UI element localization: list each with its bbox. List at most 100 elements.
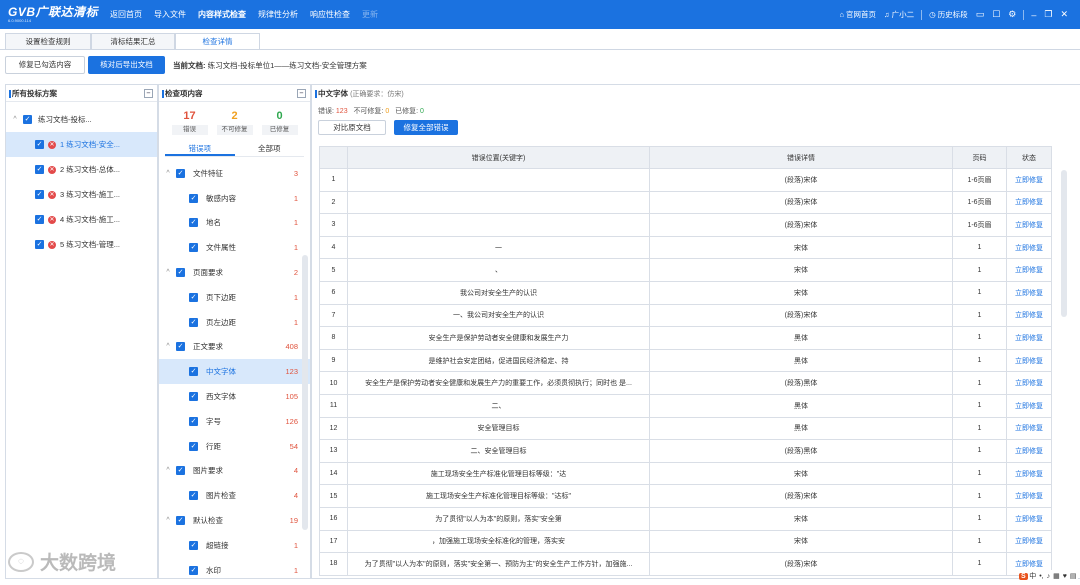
tree-root[interactable]: ^ ✓ 练习文档-投标... xyxy=(6,107,157,132)
table-row[interactable]: 3 (段落)宋体 1-6页眉 立即修复 xyxy=(319,213,1052,237)
menu-home[interactable]: 返回首页 xyxy=(104,0,148,29)
check-item[interactable]: ✓ 字号 126 xyxy=(159,409,310,434)
table-row[interactable]: 11 二、 黑体 1 立即修复 xyxy=(319,393,1052,418)
table-row[interactable]: 13 二、安全管理目标 (段落)黑体 1 立即修复 xyxy=(319,439,1052,463)
repair-link[interactable]: 立即修复 xyxy=(1006,371,1052,395)
table-row[interactable]: 12 安全管理目标 黑体 1 立即修复 xyxy=(319,416,1052,441)
stat-errors[interactable]: 17 错误 xyxy=(171,110,208,135)
ime-lang[interactable]: 中 xyxy=(1028,571,1038,581)
checkbox[interactable]: ✓ xyxy=(189,565,198,575)
close-icon[interactable]: ✕ xyxy=(1056,9,1072,20)
fix-all-button[interactable]: 修复全部错误 xyxy=(394,120,458,135)
table-row[interactable]: 9 是维护社会安定团结，促进国民经济稳定、持 黑体 1 立即修复 xyxy=(319,348,1052,373)
checkbox[interactable]: ✓ xyxy=(35,140,44,149)
chevron-up-icon[interactable]: ^ xyxy=(163,343,173,350)
minimize-icon[interactable]: – xyxy=(1027,10,1040,20)
chevron-up-icon[interactable]: ^ xyxy=(163,517,173,524)
subtab-all[interactable]: 全部项 xyxy=(235,143,305,156)
repair-link[interactable]: 立即修复 xyxy=(1006,461,1052,486)
check-item[interactable]: ✓ 西文字体 105 xyxy=(159,384,310,409)
keyboard-icon[interactable]: ▦ xyxy=(1052,572,1062,580)
repair-link[interactable]: 立即修复 xyxy=(1006,326,1052,350)
check-item[interactable]: ✓ 超链接 1 xyxy=(159,533,310,558)
repair-link[interactable]: 立即修复 xyxy=(1006,258,1052,282)
repair-link[interactable]: 立即修复 xyxy=(1006,190,1052,215)
stat-fixed[interactable]: 0 已修复 xyxy=(261,110,298,135)
repair-link[interactable]: 立即修复 xyxy=(1006,348,1052,373)
collapse-icon[interactable]: – xyxy=(144,89,153,98)
repair-link[interactable]: 立即修复 xyxy=(1006,416,1052,441)
table-row[interactable]: 4 一宋体 1 立即修复 xyxy=(319,235,1052,260)
sogou-icon[interactable]: S xyxy=(1019,572,1028,580)
checkbox[interactable]: ✓ xyxy=(23,115,32,124)
restore-icon[interactable]: ❐ xyxy=(1040,9,1056,20)
table-row[interactable]: 15 施工现场安全生产标准化管理目标等级："达标" (段落)宋体 1 立即修复 xyxy=(319,484,1052,508)
tab-summary[interactable]: 清标结果汇总 xyxy=(91,33,175,50)
repair-link[interactable]: 立即修复 xyxy=(1006,484,1052,508)
check-item[interactable]: ✓ 敏感内容 1 xyxy=(159,186,310,211)
doc-item-2[interactable]: ✓ ✕ 2 练习文档-总体... xyxy=(6,157,157,182)
checkbox[interactable]: ✓ xyxy=(189,416,198,426)
repair-link[interactable]: 立即修复 xyxy=(1006,235,1052,260)
scrollbar[interactable] xyxy=(302,255,308,530)
checkbox[interactable]: ✓ xyxy=(35,240,44,249)
table-row[interactable]: 18 为了贯彻"以人为本"的原则，落实"安全第一、预防为主"的安全生产工作方针，加… xyxy=(319,552,1052,576)
check-item[interactable]: ✓ 页左边距 1 xyxy=(159,310,310,335)
checkbox[interactable]: ✓ xyxy=(189,292,198,302)
check-item[interactable]: ✓ 文件属性 1 xyxy=(159,235,310,260)
checkbox[interactable]: ✓ xyxy=(189,392,198,402)
table-row[interactable]: 7 一、我公司对安全生产的认识 (段落)宋体 1 立即修复 xyxy=(319,303,1052,328)
table-row[interactable]: 6 我公司对安全生产的认识 宋体 1 立即修复 xyxy=(319,280,1052,305)
checkbox[interactable]: ✓ xyxy=(189,441,198,451)
message-icon[interactable]: ▭ xyxy=(972,9,989,20)
tab-details[interactable]: 检查详情 xyxy=(175,33,260,50)
official-site-link[interactable]: ⌂ 官网首页 xyxy=(835,9,880,20)
repair-link[interactable]: 立即修复 xyxy=(1006,280,1052,305)
settings-icon[interactable]: ⚙ xyxy=(1004,9,1020,20)
checkbox[interactable]: ✓ xyxy=(189,193,198,203)
doc-item-4[interactable]: ✓ ✕ 4 练习文档-施工... xyxy=(6,207,157,232)
repair-link[interactable]: 立即修复 xyxy=(1006,393,1052,418)
table-row[interactable]: 5、宋体 1 立即修复 xyxy=(319,258,1052,282)
checkbox[interactable]: ✓ xyxy=(189,317,198,327)
checkbox[interactable]: ✓ xyxy=(176,466,185,476)
subtab-errors[interactable]: 错误项 xyxy=(165,143,235,156)
check-item[interactable]: ✓ 页下边距 1 xyxy=(159,285,310,310)
menu-content-check[interactable]: 内容样式检查 xyxy=(192,0,252,29)
repair-link[interactable]: 立即修复 xyxy=(1006,439,1052,463)
feedback-icon[interactable]: ☐ xyxy=(988,9,1004,20)
check-item[interactable]: ^ ✓ 文件特征 3 xyxy=(159,161,310,186)
table-scrollbar[interactable] xyxy=(1061,170,1067,317)
check-item[interactable]: ^ ✓ 图片要求 4 xyxy=(159,459,310,484)
doc-item-5[interactable]: ✓ ✕ 5 练习文档-管理... xyxy=(6,232,157,257)
checkbox[interactable]: ✓ xyxy=(189,243,198,253)
menu-regularity[interactable]: 规律性分析 xyxy=(252,0,304,29)
chevron-up-icon[interactable]: ^ xyxy=(163,170,173,177)
checkbox[interactable]: ✓ xyxy=(189,367,198,377)
table-row[interactable]: 1 (段落)宋体 1-6页眉 立即修复 xyxy=(319,168,1052,192)
menu-response[interactable]: 响应性检查 xyxy=(304,0,356,29)
menu-update[interactable]: 更新 xyxy=(356,0,384,29)
skin-icon[interactable]: ♥ xyxy=(1061,573,1068,580)
repair-link[interactable]: 立即修复 xyxy=(1006,303,1052,328)
repair-link[interactable]: 立即修复 xyxy=(1006,213,1052,237)
chevron-up-icon[interactable]: ^ xyxy=(10,116,20,123)
checkbox[interactable]: ✓ xyxy=(176,342,185,352)
check-item[interactable]: ✓ 中文字体 123 xyxy=(159,359,310,385)
check-item[interactable]: ✓ 水印 1 xyxy=(159,558,310,578)
checkbox[interactable]: ✓ xyxy=(176,168,185,178)
check-item[interactable]: ✓ 图片检查 4 xyxy=(159,483,310,508)
stat-unfixable[interactable]: 2 不可修复 xyxy=(216,110,253,135)
doc-item-1[interactable]: ✓ ✕ 1 练习文档-安全... xyxy=(6,132,157,157)
table-row[interactable]: 17 ，加强施工现场安全标准化的管理，落实安 宋体 1 立即修复 xyxy=(319,529,1052,554)
table-row[interactable]: 8 安全生产是保护劳动者安全健康和发展生产力 黑体 1 立即修复 xyxy=(319,326,1052,350)
checkbox[interactable]: ✓ xyxy=(189,540,198,550)
check-item[interactable]: ✓ 行距 54 xyxy=(159,434,310,459)
checkbox[interactable]: ✓ xyxy=(35,190,44,199)
compare-button[interactable]: 对比原文档 xyxy=(318,120,386,135)
table-row[interactable]: 2 (段落)宋体 1-6页眉 立即修复 xyxy=(319,190,1052,215)
repair-link[interactable]: 立即修复 xyxy=(1006,529,1052,554)
menu-import[interactable]: 导入文件 xyxy=(148,0,192,29)
grid-icon[interactable]: ▤ xyxy=(1068,572,1078,580)
repair-link[interactable]: 立即修复 xyxy=(1006,506,1052,531)
